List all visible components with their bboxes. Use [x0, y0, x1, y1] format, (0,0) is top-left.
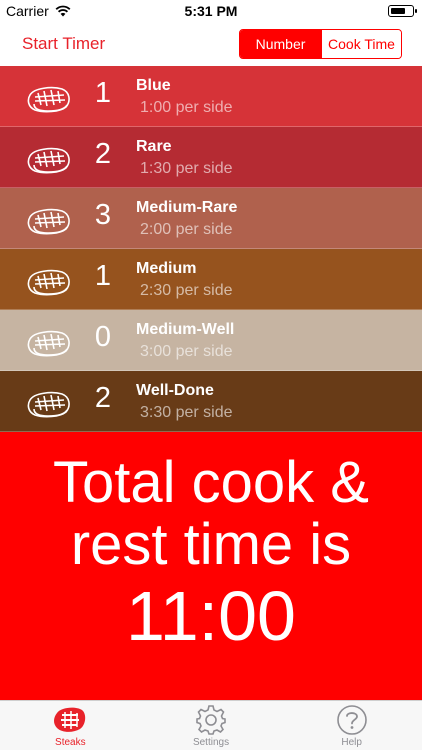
tab-steaks-label: Steaks: [55, 737, 86, 748]
steak-time: 1:30 per side: [140, 160, 233, 177]
steak-icon: [27, 208, 70, 235]
tab-bar: Steaks Settings Help: [0, 700, 422, 750]
total-line-2: rest time is: [70, 512, 352, 577]
steak-row-medium[interactable]: 1 Medium 2:30 per side: [0, 249, 422, 310]
tab-help-label: Help: [341, 737, 362, 748]
steak-icon: [27, 86, 70, 113]
segment-cook-time[interactable]: Cook Time: [321, 30, 401, 58]
steak-row-medium-well[interactable]: 0 Medium-Well 3:00 per side: [0, 310, 422, 371]
total-time-panel: Total cook & rest time is 11:00: [0, 432, 422, 700]
steak-count: 0: [94, 321, 112, 353]
steak-count: 1: [94, 260, 112, 292]
steak-time: 2:30 per side: [140, 282, 233, 299]
tab-settings-label: Settings: [192, 737, 230, 748]
steak-time: 2:00 per side: [140, 221, 233, 238]
steak-name: Well-Done: [136, 382, 214, 399]
steak-name: Rare: [136, 138, 172, 155]
steak-icon: [54, 707, 86, 732]
steak-name: Medium: [136, 260, 197, 277]
start-timer-button[interactable]: Start Timer: [22, 34, 105, 54]
tab-steaks[interactable]: Steaks: [0, 701, 141, 750]
sort-segmented-control: Number Cook Time: [239, 29, 402, 59]
steak-time: 1:00 per side: [140, 99, 233, 116]
steak-time: 3:00 per side: [140, 343, 233, 360]
steak-count: 2: [94, 138, 112, 170]
battery-fill: [390, 7, 405, 14]
tab-settings[interactable]: Settings: [141, 701, 282, 750]
total-line-1: Total cook &: [53, 450, 369, 515]
steak-icon: [27, 147, 70, 174]
status-time: 5:31 PM: [184, 3, 238, 19]
steak-count: 3: [94, 199, 112, 231]
status-bar: Carrier 5:31 PM: [0, 0, 422, 22]
steak-name: Medium-Well: [136, 321, 235, 338]
steak-icon: [27, 391, 70, 418]
steak-row-blue[interactable]: 1 Blue 1:00 per side: [0, 66, 422, 127]
steak-count: 2: [94, 382, 112, 414]
steak-list: 1 Blue 1:00 per side 2 Rare 1:30 per sid…: [0, 66, 422, 432]
steak-count: 1: [94, 77, 112, 109]
steak-time: 3:30 per side: [140, 404, 233, 421]
nav-bar: Start Timer Number Cook Time: [0, 22, 422, 66]
segment-number[interactable]: Number: [240, 30, 321, 58]
steak-row-medium-rare[interactable]: 3 Medium-Rare 2:00 per side: [0, 188, 422, 249]
steak-icon: [27, 269, 70, 296]
help-icon: [336, 705, 367, 735]
battery-icon: [388, 5, 417, 17]
steak-row-well-done[interactable]: 2 Well-Done 3:30 per side: [0, 371, 422, 432]
steak-icon: [27, 330, 70, 357]
steak-name: Medium-Rare: [136, 199, 238, 216]
gear-icon: [196, 705, 226, 735]
total-time-value: 11:00: [126, 577, 296, 655]
steak-name: Blue: [136, 77, 171, 94]
steak-row-rare[interactable]: 2 Rare 1:30 per side: [0, 127, 422, 188]
tab-help[interactable]: Help: [281, 701, 422, 750]
